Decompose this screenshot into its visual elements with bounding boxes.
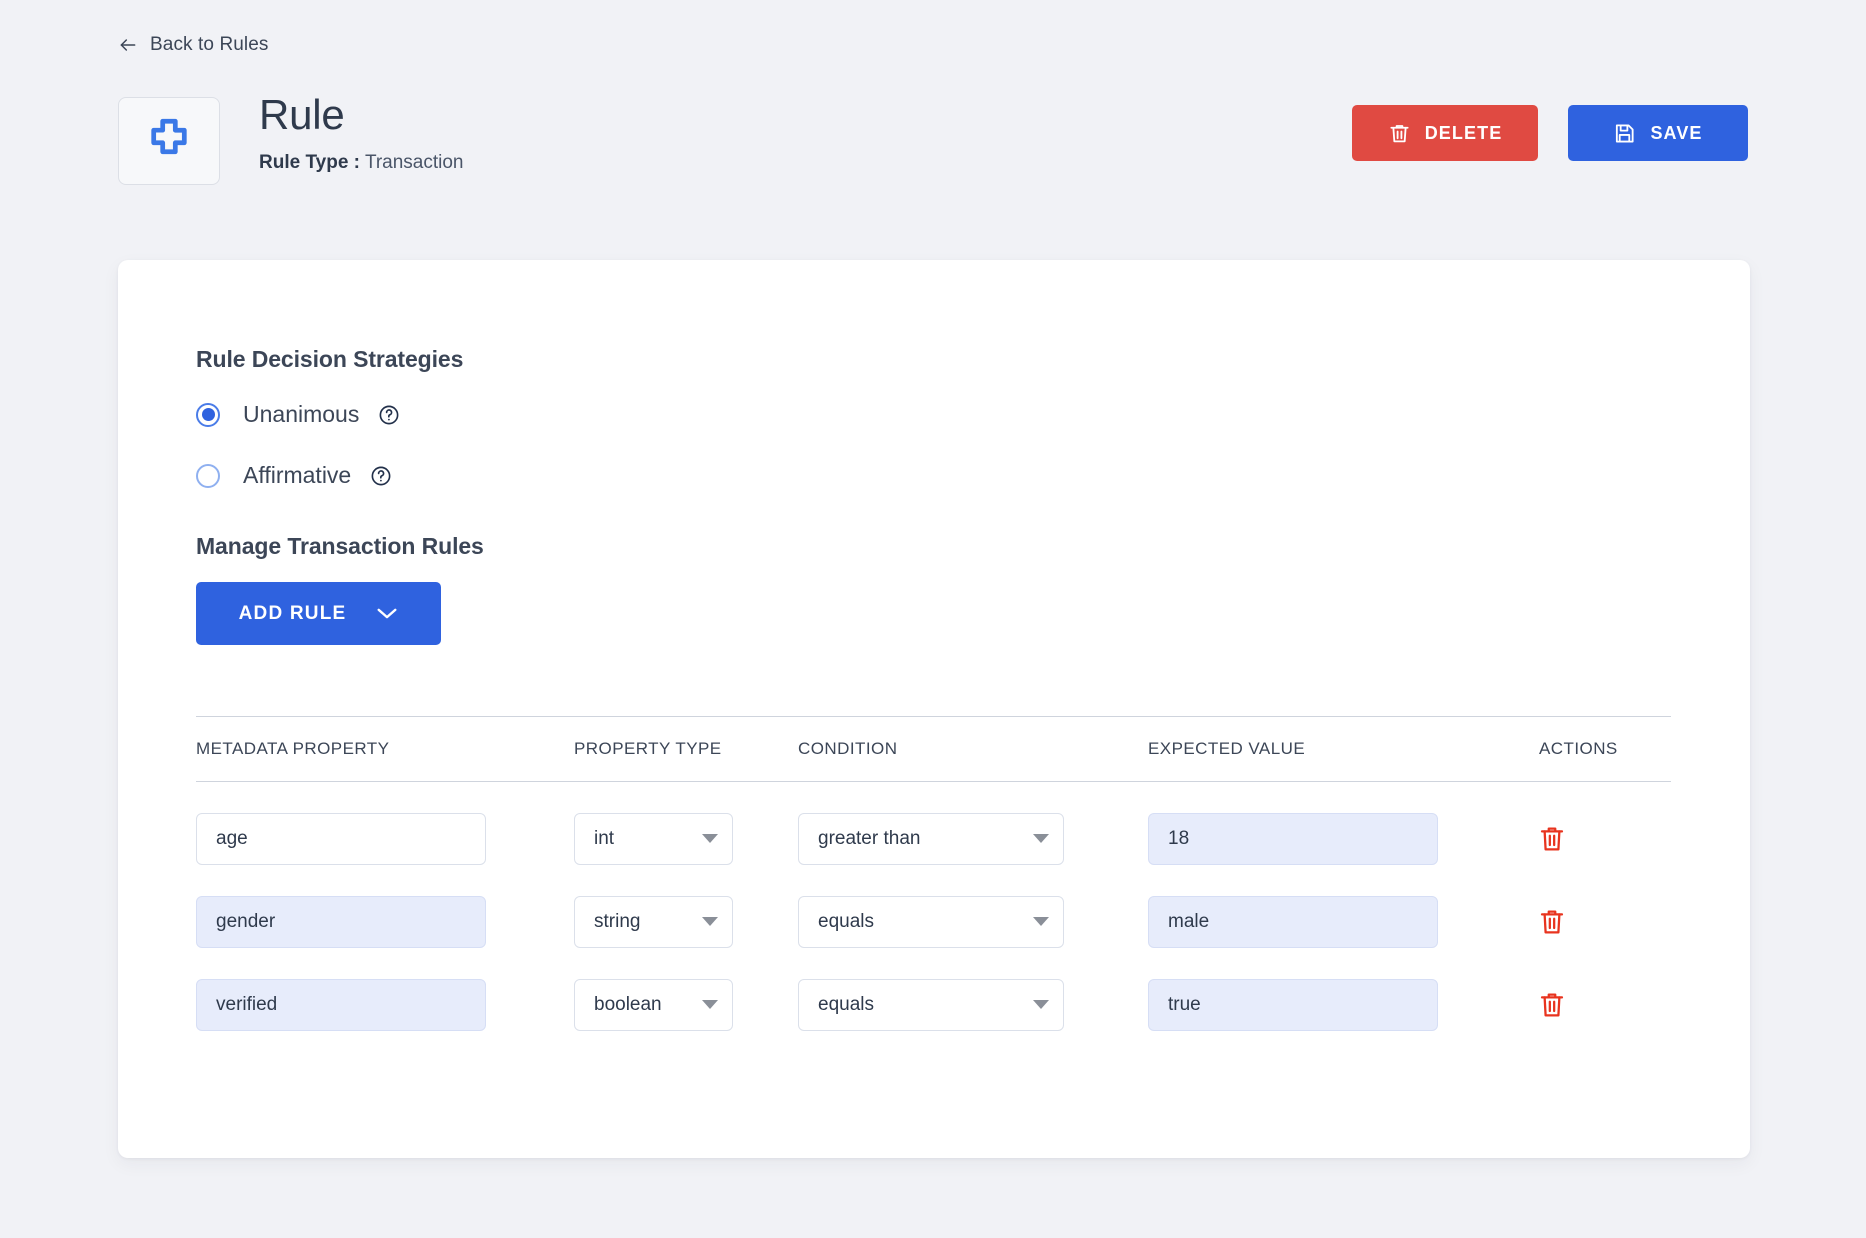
delete-row-button[interactable] (1539, 824, 1565, 854)
rule-type-label: Rule Type : (259, 152, 360, 174)
manage-section-title: Manage Transaction Rules (196, 533, 484, 559)
cell-condition: equals (798, 895, 1148, 948)
trash-icon (1540, 826, 1564, 851)
column-header-metadata: METADATA PROPERTY (196, 739, 390, 758)
condition-select[interactable]: equals (798, 978, 1064, 1031)
cell-metadata: age (196, 812, 574, 865)
cell-expected: true (1148, 978, 1539, 1031)
delete-button[interactable]: DELETE (1352, 105, 1538, 161)
save-button[interactable]: SAVE (1568, 105, 1748, 161)
add-rule-button[interactable]: ADD RULE (196, 582, 441, 645)
delete-row-button[interactable] (1539, 990, 1565, 1020)
help-circle-icon[interactable] (378, 404, 400, 426)
rule-editor-page: Back to Rules Rule Rule Type : Transacti… (0, 0, 1866, 1238)
chevron-down-icon (702, 917, 718, 926)
expected-value-input[interactable]: male (1148, 895, 1438, 948)
cell-metadata: gender (196, 895, 574, 948)
back-to-rules-link[interactable]: Back to Rules (118, 34, 269, 56)
property-type-select[interactable]: boolean (574, 978, 733, 1031)
condition-value: equals (818, 993, 874, 1015)
rule-type-line: Rule Type : Transaction (259, 152, 464, 174)
delete-button-label: DELETE (1424, 122, 1503, 143)
help-circle-icon[interactable] (370, 465, 392, 487)
cell-metadata: verified (196, 978, 574, 1031)
chevron-down-icon (377, 608, 397, 619)
property-type-select[interactable]: string (574, 895, 733, 948)
column-header-condition: CONDITION (798, 739, 898, 758)
radio-mark-affirmative[interactable] (196, 463, 220, 488)
expected-value-input[interactable]: true (1148, 978, 1438, 1031)
radio-option-affirmative[interactable]: Affirmative (196, 462, 392, 489)
table-row: age int greater than 18 (196, 797, 1671, 880)
metadata-property-input[interactable]: age (196, 812, 486, 865)
column-header-type: PROPERTY TYPE (574, 739, 722, 758)
title-block: Rule Rule Type : Transaction (259, 91, 464, 174)
table-row: verified boolean equals true (196, 963, 1671, 1046)
metadata-property-input[interactable]: gender (196, 895, 486, 948)
radio-label-unanimous: Unanimous (243, 401, 360, 427)
cell-actions (1539, 907, 1671, 937)
cell-actions (1539, 824, 1671, 854)
save-floppy-icon (1616, 123, 1635, 143)
property-type-value: int (594, 827, 615, 849)
metadata-property-input[interactable]: verified (196, 978, 486, 1031)
add-rule-label: ADD RULE (238, 602, 347, 624)
header-actions: DELETE SAVE (1352, 105, 1748, 161)
cell-condition: equals (798, 978, 1148, 1031)
page-title: Rule (259, 91, 345, 138)
rules-table: METADATA PROPERTY PROPERTY TYPE CONDITIO… (196, 716, 1671, 1046)
column-header-actions: ACTIONS (1539, 739, 1618, 758)
rule-badge (118, 97, 220, 185)
expected-value-input[interactable]: 18 (1148, 812, 1438, 865)
chevron-down-icon (702, 1000, 718, 1009)
chevron-down-icon (1033, 834, 1049, 843)
table-row: gender string equals male (196, 880, 1671, 963)
trash-icon (1540, 909, 1564, 934)
trash-icon (1390, 124, 1409, 142)
delete-row-button[interactable] (1539, 907, 1565, 937)
strategies-section-title: Rule Decision Strategies (196, 346, 464, 372)
page-header: Rule Rule Type : Transaction DELETE SAVE (118, 91, 1748, 185)
cell-expected: 18 (1148, 812, 1539, 865)
back-to-rules-label: Back to Rules (150, 34, 269, 55)
radio-option-unanimous[interactable]: Unanimous (196, 401, 400, 428)
trash-icon (1540, 992, 1564, 1017)
radio-mark-unanimous[interactable] (196, 402, 220, 427)
cell-condition: greater than (798, 812, 1148, 865)
chevron-down-icon (1033, 1000, 1049, 1009)
condition-value: greater than (818, 827, 921, 849)
plus-icon (151, 118, 187, 155)
table-header-row: METADATA PROPERTY PROPERTY TYPE CONDITIO… (196, 716, 1671, 782)
cell-type: string (574, 895, 798, 948)
property-type-value: string (594, 910, 641, 932)
arrow-left-icon (120, 39, 136, 51)
cell-actions (1539, 990, 1671, 1020)
cell-type: boolean (574, 978, 798, 1031)
condition-value: equals (818, 910, 874, 932)
rule-type-value: Transaction (364, 152, 464, 174)
condition-select[interactable]: greater than (798, 812, 1064, 865)
column-header-expected: EXPECTED VALUE (1148, 739, 1306, 758)
cell-expected: male (1148, 895, 1539, 948)
rule-config-card: Rule Decision Strategies Unanimous Affir… (118, 260, 1750, 1158)
condition-select[interactable]: equals (798, 895, 1064, 948)
cell-type: int (574, 812, 798, 865)
property-type-select[interactable]: int (574, 812, 733, 865)
chevron-down-icon (1033, 917, 1049, 926)
property-type-value: boolean (594, 993, 662, 1015)
save-button-label: SAVE (1650, 122, 1703, 143)
radio-label-affirmative: Affirmative (243, 462, 352, 488)
chevron-down-icon (702, 834, 718, 843)
